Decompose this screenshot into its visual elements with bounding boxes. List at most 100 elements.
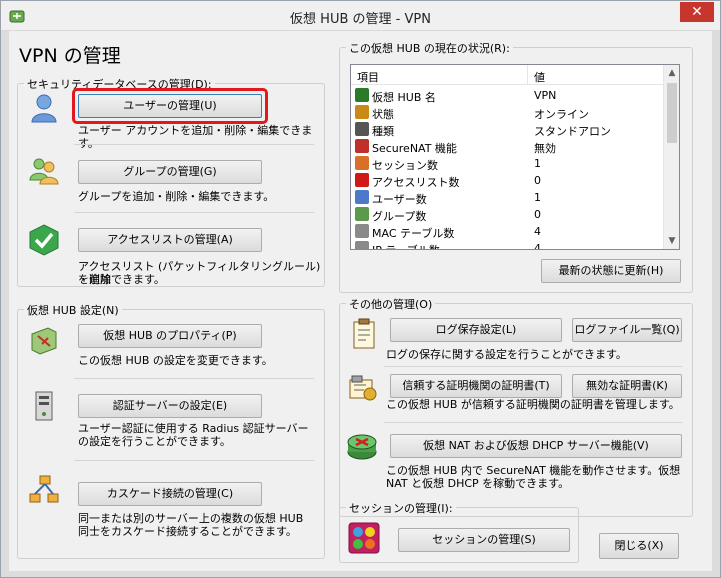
hub-properties-icon (31, 327, 57, 355)
status-row-key: 仮想 HUB 名 (372, 91, 436, 104)
log-desc: ログの保存に関する設定を行うことができます。 (386, 348, 627, 361)
window-close-button[interactable]: ✕ (680, 2, 714, 22)
status-row-key: IP テーブル数 (372, 242, 440, 249)
separator (74, 144, 314, 145)
user-icon (355, 190, 369, 204)
gear-icon (355, 241, 369, 249)
status-row-value: 4 (534, 225, 541, 238)
column-header-value[interactable]: 値 (534, 69, 545, 85)
checkmark-icon (29, 224, 59, 256)
user-icon (31, 94, 57, 123)
status-row-value: 4 (534, 242, 541, 250)
auth-server-desc-2: の設定を行うことができます。 (78, 435, 231, 448)
manage-sessions-button[interactable]: セッションの管理(S) (398, 528, 570, 552)
window-title: 仮想 HUB の管理 - VPN (290, 12, 431, 27)
status-row-key: 種類 (372, 125, 394, 138)
status-row[interactable]: 種類 スタンドアロン (351, 121, 665, 138)
separator (74, 378, 314, 379)
status-row-value: 1 (534, 157, 541, 170)
server-icon (355, 122, 369, 136)
auth-server-button[interactable]: 認証サーバーの設定(E) (78, 394, 262, 418)
server-icon (35, 391, 53, 421)
router-icon (347, 434, 377, 460)
certificate-icon (349, 375, 377, 401)
log-icon (353, 318, 375, 349)
status-row[interactable]: MAC テーブル数 4 (351, 223, 665, 240)
cascade-desc-1: 同一または別のサーバー上の複数の仮想 HUB (78, 512, 304, 525)
page-heading: VPN の管理 (19, 45, 121, 67)
nat-desc-2: NAT と仮想 DHCP を稼動できます。 (386, 477, 570, 490)
status-row[interactable]: グループ数 0 (351, 206, 665, 223)
scroll-down-icon[interactable]: ▼ (664, 233, 679, 249)
status-row[interactable]: セッション数 1 (351, 155, 665, 172)
client-area: VPN の管理 セキュリティデータベースの管理(D): ユーザーの管理(U) ユ… (9, 31, 712, 571)
hub-icon (355, 88, 369, 102)
status-row-value: スタンドアロン (534, 125, 611, 138)
status-row-value: 0 (534, 174, 541, 187)
other-group-title: その他の管理(O) (346, 296, 436, 312)
group-icon (355, 207, 369, 221)
status-list[interactable]: 項目 値 仮想 HUB 名 VPN 状態 オンライン 種類 スタンドアロン SecureNA… (350, 64, 680, 250)
invalid-cert-button[interactable]: 無効な証明書(K) (572, 374, 682, 398)
manage-users-desc: ユーザー アカウントを追加・削除・編集できます。 (78, 124, 313, 150)
hub-settings-group: 仮想 HUB 設定(N) 仮想 HUB のプロパティ(P) この仮想 HUB の… (17, 302, 325, 559)
manage-access-list-desc-2: ・削除できます。 (78, 273, 165, 286)
status-row-value: 無効 (534, 142, 556, 155)
hub-properties-desc: この仮想 HUB の設定を変更できます。 (78, 354, 273, 367)
separator (384, 422, 682, 423)
auth-server-desc-1: ユーザー認証に使用する Radius 認証サーバー (78, 422, 309, 435)
status-group-title: この仮想 HUB の現在の状況(R): (346, 40, 513, 56)
title-bar: 仮想 HUB の管理 - VPN ✕ (1, 1, 720, 31)
gear-icon (355, 224, 369, 238)
hub-properties-button[interactable]: 仮想 HUB のプロパティ(P) (78, 324, 262, 348)
status-row-key: アクセスリスト数 (372, 176, 460, 189)
session-group-title: セッションの管理(I): (346, 500, 456, 516)
manage-groups-button[interactable]: グループの管理(G) (78, 160, 262, 184)
manage-access-list-button[interactable]: アクセスリストの管理(A) (78, 228, 262, 252)
separator (384, 366, 682, 367)
status-row[interactable]: 仮想 HUB 名 VPN (351, 87, 665, 104)
scroll-thumb[interactable] (667, 83, 677, 143)
column-header-item[interactable]: 項目 (357, 69, 379, 85)
status-row[interactable]: ユーザー数 1 (351, 189, 665, 206)
status-row[interactable]: アクセスリスト数 0 (351, 172, 665, 189)
security-db-group: セキュリティデータベースの管理(D): ユーザーの管理(U) ユーザー アカウン… (17, 76, 325, 287)
status-row-value: オンライン (534, 108, 589, 121)
log-file-list-button[interactable]: ログファイル一覧(Q) (572, 318, 682, 342)
log-settings-button[interactable]: ログ保存設定(L) (390, 318, 562, 342)
securenat-button[interactable]: 仮想 NAT および仮想 DHCP サーバー機能(V) (390, 434, 682, 458)
refresh-status-button[interactable]: 最新の状態に更新(H) (541, 259, 681, 283)
status-row-key: SecureNAT 機能 (372, 142, 457, 155)
cascade-button[interactable]: カスケード接続の管理(C) (78, 482, 262, 506)
status-row-value: 1 (534, 191, 541, 204)
status-list-header: 項目 値 (351, 65, 665, 85)
status-row-key: ユーザー数 (372, 193, 427, 206)
status-scrollbar[interactable]: ▲ ▼ (663, 65, 679, 249)
status-row[interactable]: SecureNAT 機能 無効 (351, 138, 665, 155)
router-icon (355, 139, 369, 153)
status-row-key: 状態 (372, 108, 394, 121)
nat-desc-1: この仮想 HUB 内で SecureNAT 機能を動作させます。仮想 (386, 464, 681, 477)
status-row-key: MAC テーブル数 (372, 227, 455, 240)
manage-users-highlight (72, 88, 268, 124)
separator (74, 460, 314, 461)
close-button[interactable]: 閉じる(X) (599, 533, 679, 559)
group-icon (29, 158, 59, 185)
trusted-ca-button[interactable]: 信頼する証明機関の証明書(T) (390, 374, 562, 398)
stop-icon (355, 173, 369, 187)
scroll-up-icon[interactable]: ▲ (664, 65, 679, 81)
cert-desc: この仮想 HUB が信頼する証明機関の証明書を管理します。 (386, 398, 680, 411)
status-row-value: 0 (534, 208, 541, 221)
status-row-key: セッション数 (372, 159, 438, 172)
status-row[interactable]: 状態 オンライン (351, 104, 665, 121)
separator (74, 212, 314, 213)
hub-settings-group-title: 仮想 HUB 設定(N) (24, 302, 122, 318)
other-group: その他の管理(O) ログ保存設定(L) ログファイル一覧(Q) ログの保存に関す… (339, 296, 693, 517)
status-icon (355, 105, 369, 119)
status-row-key: グループ数 (372, 210, 427, 223)
main-window: 仮想 HUB の管理 - VPN ✕ VPN の管理 セキュリティデータベースの… (0, 0, 721, 578)
status-row[interactable]: IP テーブル数 4 (351, 240, 665, 250)
status-row-value: VPN (534, 89, 557, 102)
cascade-icon (29, 475, 59, 503)
session-icon (355, 156, 369, 170)
